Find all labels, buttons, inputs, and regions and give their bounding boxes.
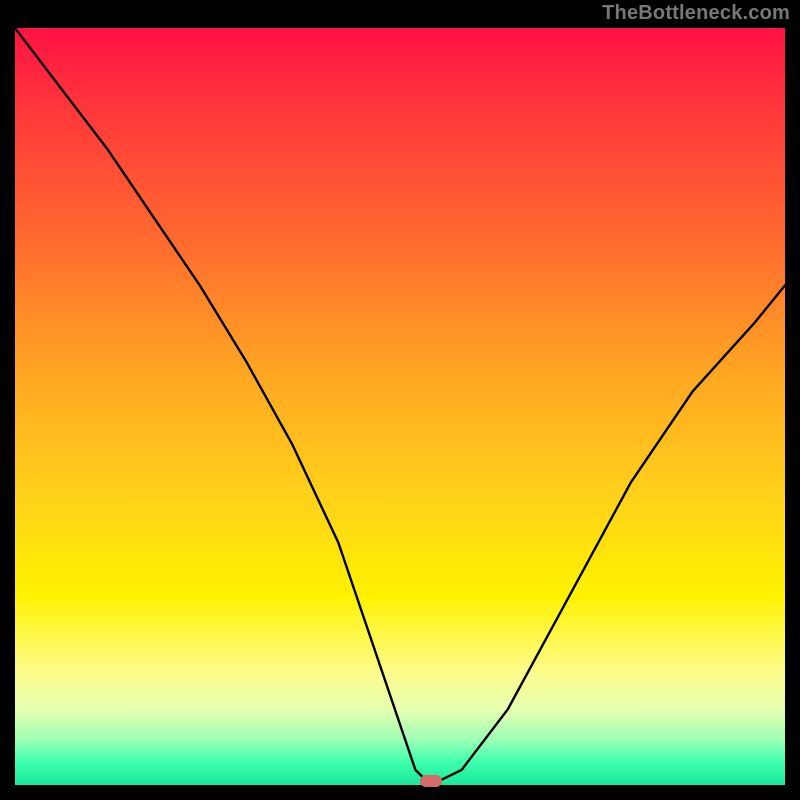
optimum-marker bbox=[420, 775, 442, 787]
bottleneck-curve bbox=[15, 28, 785, 785]
watermark-text: TheBottleneck.com bbox=[602, 2, 790, 25]
chart-frame: TheBottleneck.com bbox=[0, 0, 800, 800]
